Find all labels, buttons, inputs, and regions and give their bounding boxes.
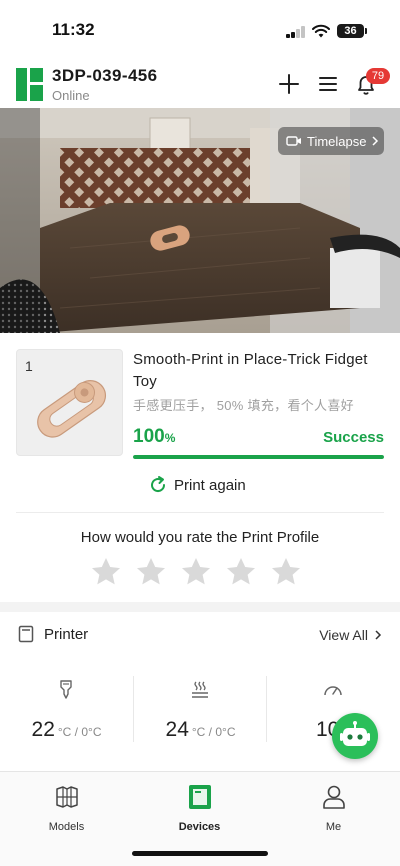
- speed-gauge-icon: [324, 686, 342, 696]
- star-rating: [90, 556, 310, 588]
- nozzle-temperature[interactable]: 22 °C / 0°C: [0, 676, 133, 764]
- video-camera-icon: [286, 136, 301, 146]
- tab-me-label: Me: [325, 821, 342, 833]
- nozzle-temp-value: 22: [31, 718, 55, 741]
- job-profile-subtitle: 手感更压手， 50% 填充，看个人喜好: [133, 398, 354, 413]
- status-time: 11:32: [52, 20, 95, 39]
- printer-icon: [18, 625, 34, 643]
- home-indicator: [132, 851, 268, 856]
- rating-star-icon[interactable]: [225, 556, 257, 588]
- tab-models[interactable]: Models: [0, 780, 133, 836]
- nozzle-temp-icon: [60, 680, 72, 699]
- fidget-toy-model-image: [37, 380, 107, 438]
- print-again-label: Print again: [174, 476, 246, 494]
- tab-devices-label: Devices: [178, 821, 221, 833]
- battery-indicator: 36: [337, 24, 367, 38]
- view-all-link[interactable]: View All: [319, 627, 382, 643]
- camera-live-view[interactable]: Timelapse: [0, 108, 400, 333]
- rating-star-icon[interactable]: [135, 556, 167, 588]
- progress-bar-fill: [133, 455, 384, 459]
- printer-section-title: Printer: [44, 626, 89, 643]
- wifi-icon: [312, 24, 330, 38]
- progress-percentage: 100%: [133, 426, 176, 447]
- divider: [16, 512, 384, 513]
- nozzle-temp-unit: °C / 0°C: [57, 725, 102, 739]
- device-header: 3DP-039-456 Online 79: [0, 58, 400, 108]
- brand-logo-icon: [16, 68, 43, 101]
- printer-device-icon: [189, 785, 211, 809]
- bed-temperature[interactable]: 24 °C / 0°C: [134, 676, 267, 764]
- bed-temp-unit: °C / 0°C: [191, 725, 236, 739]
- rating-star-icon[interactable]: [270, 556, 302, 588]
- notification-count-badge: 79: [366, 68, 390, 84]
- cellular-signal-icon: [286, 26, 306, 38]
- bed-temp-value: 24: [165, 718, 189, 741]
- rating-star-icon[interactable]: [90, 556, 122, 588]
- tab-models-label: Models: [48, 821, 85, 833]
- assistant-bot-button[interactable]: [332, 713, 378, 759]
- tab-devices[interactable]: Devices: [133, 780, 266, 836]
- user-profile-icon: [323, 785, 345, 809]
- tab-me[interactable]: Me: [267, 780, 400, 836]
- menu-list-icon[interactable]: [316, 72, 340, 96]
- robot-assistant-icon: [340, 721, 370, 746]
- device-online-status: Online: [52, 88, 90, 103]
- print-again-button[interactable]: Print again: [148, 473, 246, 497]
- timelapse-label: Timelapse: [307, 133, 367, 149]
- job-status-text: Success: [323, 429, 384, 446]
- chevron-right-icon: [372, 136, 379, 146]
- job-title[interactable]: Smooth-Print in Place-Trick Fidget Toy: [133, 349, 385, 393]
- timelapse-button[interactable]: Timelapse: [278, 127, 384, 155]
- models-cube-icon: [56, 786, 78, 808]
- status-bar: 11:32 36: [0, 0, 400, 58]
- refresh-icon: [151, 476, 166, 493]
- model-thumbnail[interactable]: 1: [16, 349, 123, 456]
- view-all-label: View All: [319, 627, 368, 643]
- progress-bar: [133, 455, 384, 459]
- section-separator: [0, 602, 400, 612]
- plate-number: 1: [25, 358, 33, 374]
- chevron-right-icon: [375, 630, 382, 640]
- rating-prompt: How would you rate the Print Profile: [80, 529, 320, 546]
- rating-star-icon[interactable]: [180, 556, 212, 588]
- bed-temp-icon: [192, 681, 208, 698]
- add-icon[interactable]: [277, 72, 301, 96]
- device-name[interactable]: 3DP-039-456: [52, 66, 158, 86]
